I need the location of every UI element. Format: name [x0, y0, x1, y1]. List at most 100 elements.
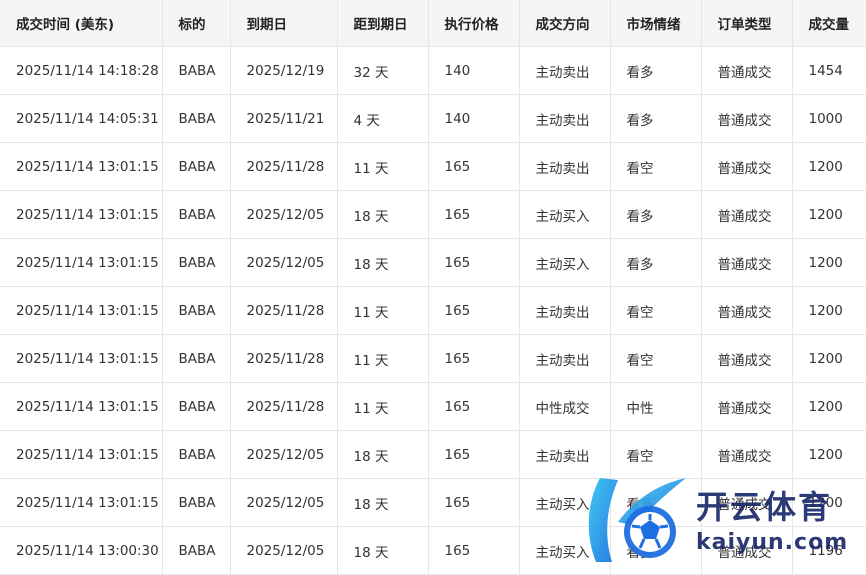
cell-trade-direction: 主动卖出 — [519, 46, 611, 95]
table-row[interactable]: 2025/11/14 13:01:15 BABA 2025/11/28 11 天 165… — [0, 334, 866, 383]
cell-volume: 1200 — [792, 478, 866, 527]
cell-symbol: BABA — [162, 46, 231, 95]
cell-trade-direction: 主动卖出 — [519, 94, 611, 143]
table-row[interactable]: 2025/11/14 13:00:30 BABA 2025/12/05 18 天 165… — [0, 526, 866, 575]
cell-strike-price: 165 — [428, 334, 520, 383]
cell-trade-direction: 主动卖出 — [519, 286, 611, 335]
cell-order-type: 普通成交 — [701, 334, 793, 383]
cell-expiry-date: 2025/11/28 — [230, 382, 338, 431]
col-header-volume[interactable]: 成交量 — [792, 0, 866, 47]
cell-trade-time: 2025/11/14 13:01:15 — [0, 430, 163, 479]
table-row[interactable]: 2025/11/14 13:01:15 BABA 2025/12/05 18 天 165… — [0, 190, 866, 239]
cell-symbol: BABA — [162, 286, 231, 335]
table-header: 成交时间 (美东) 标的 到期日 距到期日 执行价格 成交方向 市场情绪 订单类… — [0, 0, 866, 47]
cell-order-type: 普通成交 — [701, 94, 793, 143]
table-row[interactable]: 2025/11/14 13:01:15 BABA 2025/11/28 11 天 165… — [0, 382, 866, 431]
cell-trade-direction: 主动卖出 — [519, 142, 611, 191]
cell-order-type: 普通成交 — [701, 238, 793, 287]
cell-trade-time: 2025/11/14 14:05:31 — [0, 94, 163, 143]
cell-volume: 1200 — [792, 190, 866, 239]
col-header-trade-time[interactable]: 成交时间 (美东) — [0, 0, 163, 47]
cell-days-to-expiry: 32 天 — [337, 46, 429, 95]
cell-order-type: 普通成交 — [701, 430, 793, 479]
cell-sentiment: 看多 — [610, 190, 702, 239]
table-row[interactable]: 2025/11/14 13:01:15 BABA 2025/11/28 11 天 165… — [0, 142, 866, 191]
cell-expiry-date: 2025/12/19 — [230, 46, 338, 95]
cell-symbol: BABA — [162, 142, 231, 191]
table-row[interactable]: 2025/11/14 14:18:28 BABA 2025/12/19 32 天 140… — [0, 46, 866, 95]
col-header-expiry-date[interactable]: 到期日 — [230, 0, 338, 47]
cell-volume: 1200 — [792, 286, 866, 335]
cell-order-type: 普通成交 — [701, 382, 793, 431]
cell-trade-time: 2025/11/14 13:01:15 — [0, 382, 163, 431]
cell-order-type: 普通成交 — [701, 526, 793, 575]
cell-expiry-date: 2025/12/05 — [230, 478, 338, 527]
cell-trade-time: 2025/11/14 13:01:15 — [0, 478, 163, 527]
cell-trade-direction: 主动卖出 — [519, 334, 611, 383]
cell-volume: 1000 — [792, 94, 866, 143]
cell-symbol: BABA — [162, 238, 231, 287]
table-row[interactable]: 2025/11/14 13:01:15 BABA 2025/12/05 18 天 165… — [0, 430, 866, 479]
table-row[interactable]: 2025/11/14 13:01:15 BABA 2025/12/05 18 天 165… — [0, 238, 866, 287]
cell-trade-direction: 主动卖出 — [519, 430, 611, 479]
cell-volume: 1200 — [792, 142, 866, 191]
cell-order-type: 普通成交 — [701, 190, 793, 239]
cell-sentiment: 看多 — [610, 94, 702, 143]
cell-trade-time: 2025/11/14 13:01:15 — [0, 190, 163, 239]
cell-strike-price: 165 — [428, 142, 520, 191]
cell-strike-price: 140 — [428, 94, 520, 143]
cell-volume: 1200 — [792, 238, 866, 287]
table-row[interactable]: 2025/11/14 13:01:15 BABA 2025/12/05 18 天 165… — [0, 478, 866, 527]
cell-days-to-expiry: 18 天 — [337, 190, 429, 239]
cell-sentiment: 中性 — [610, 382, 702, 431]
cell-strike-price: 165 — [428, 238, 520, 287]
cell-trade-time: 2025/11/14 13:01:15 — [0, 334, 163, 383]
col-header-order-type[interactable]: 订单类型 — [701, 0, 793, 47]
cell-expiry-date: 2025/11/21 — [230, 94, 338, 143]
cell-volume: 1200 — [792, 334, 866, 383]
cell-volume: 1200 — [792, 382, 866, 431]
col-header-strike-price[interactable]: 执行价格 — [428, 0, 520, 47]
cell-trade-time: 2025/11/14 13:01:15 — [0, 142, 163, 191]
cell-strike-price: 165 — [428, 190, 520, 239]
cell-trade-time: 2025/11/14 14:18:28 — [0, 46, 163, 95]
cell-sentiment: 看空 — [610, 142, 702, 191]
cell-trade-time: 2025/11/14 13:00:30 — [0, 526, 163, 575]
table-body: 2025/11/14 14:18:28 BABA 2025/12/19 32 天 140… — [0, 46, 866, 575]
col-header-sentiment[interactable]: 市场情绪 — [610, 0, 702, 47]
cell-days-to-expiry: 18 天 — [337, 238, 429, 287]
cell-strike-price: 165 — [428, 478, 520, 527]
cell-expiry-date: 2025/12/05 — [230, 190, 338, 239]
cell-days-to-expiry: 11 天 — [337, 334, 429, 383]
col-header-days-to-expiry[interactable]: 距到期日 — [337, 0, 429, 47]
table-row[interactable]: 2025/11/14 13:01:15 BABA 2025/11/28 11 天 165… — [0, 286, 866, 335]
cell-volume: 1196 — [792, 526, 866, 575]
cell-strike-price: 165 — [428, 526, 520, 575]
col-header-trade-direction[interactable]: 成交方向 — [519, 0, 611, 47]
cell-expiry-date: 2025/11/28 — [230, 286, 338, 335]
cell-days-to-expiry: 11 天 — [337, 382, 429, 431]
cell-sentiment: 看空 — [610, 334, 702, 383]
cell-days-to-expiry: 4 天 — [337, 94, 429, 143]
trades-table: 成交时间 (美东) 标的 到期日 距到期日 执行价格 成交方向 市场情绪 订单类… — [0, 0, 866, 575]
cell-trade-direction: 中性成交 — [519, 382, 611, 431]
cell-days-to-expiry: 11 天 — [337, 286, 429, 335]
cell-expiry-date: 2025/12/05 — [230, 238, 338, 287]
cell-sentiment: 看多 — [610, 238, 702, 287]
cell-order-type: 普通成交 — [701, 46, 793, 95]
cell-trade-direction: 主动买入 — [519, 238, 611, 287]
cell-expiry-date: 2025/12/05 — [230, 430, 338, 479]
cell-order-type: 普通成交 — [701, 142, 793, 191]
table-row[interactable]: 2025/11/14 14:05:31 BABA 2025/11/21 4 天 140 主… — [0, 94, 866, 143]
cell-strike-price: 140 — [428, 46, 520, 95]
cell-days-to-expiry: 11 天 — [337, 142, 429, 191]
cell-symbol: BABA — [162, 478, 231, 527]
cell-expiry-date: 2025/12/05 — [230, 526, 338, 575]
cell-trade-direction: 主动买入 — [519, 478, 611, 527]
cell-strike-price: 165 — [428, 286, 520, 335]
cell-expiry-date: 2025/11/28 — [230, 142, 338, 191]
cell-expiry-date: 2025/11/28 — [230, 334, 338, 383]
col-header-symbol[interactable]: 标的 — [162, 0, 231, 47]
cell-sentiment: 看空 — [610, 286, 702, 335]
cell-sentiment: 看多 — [610, 478, 702, 527]
